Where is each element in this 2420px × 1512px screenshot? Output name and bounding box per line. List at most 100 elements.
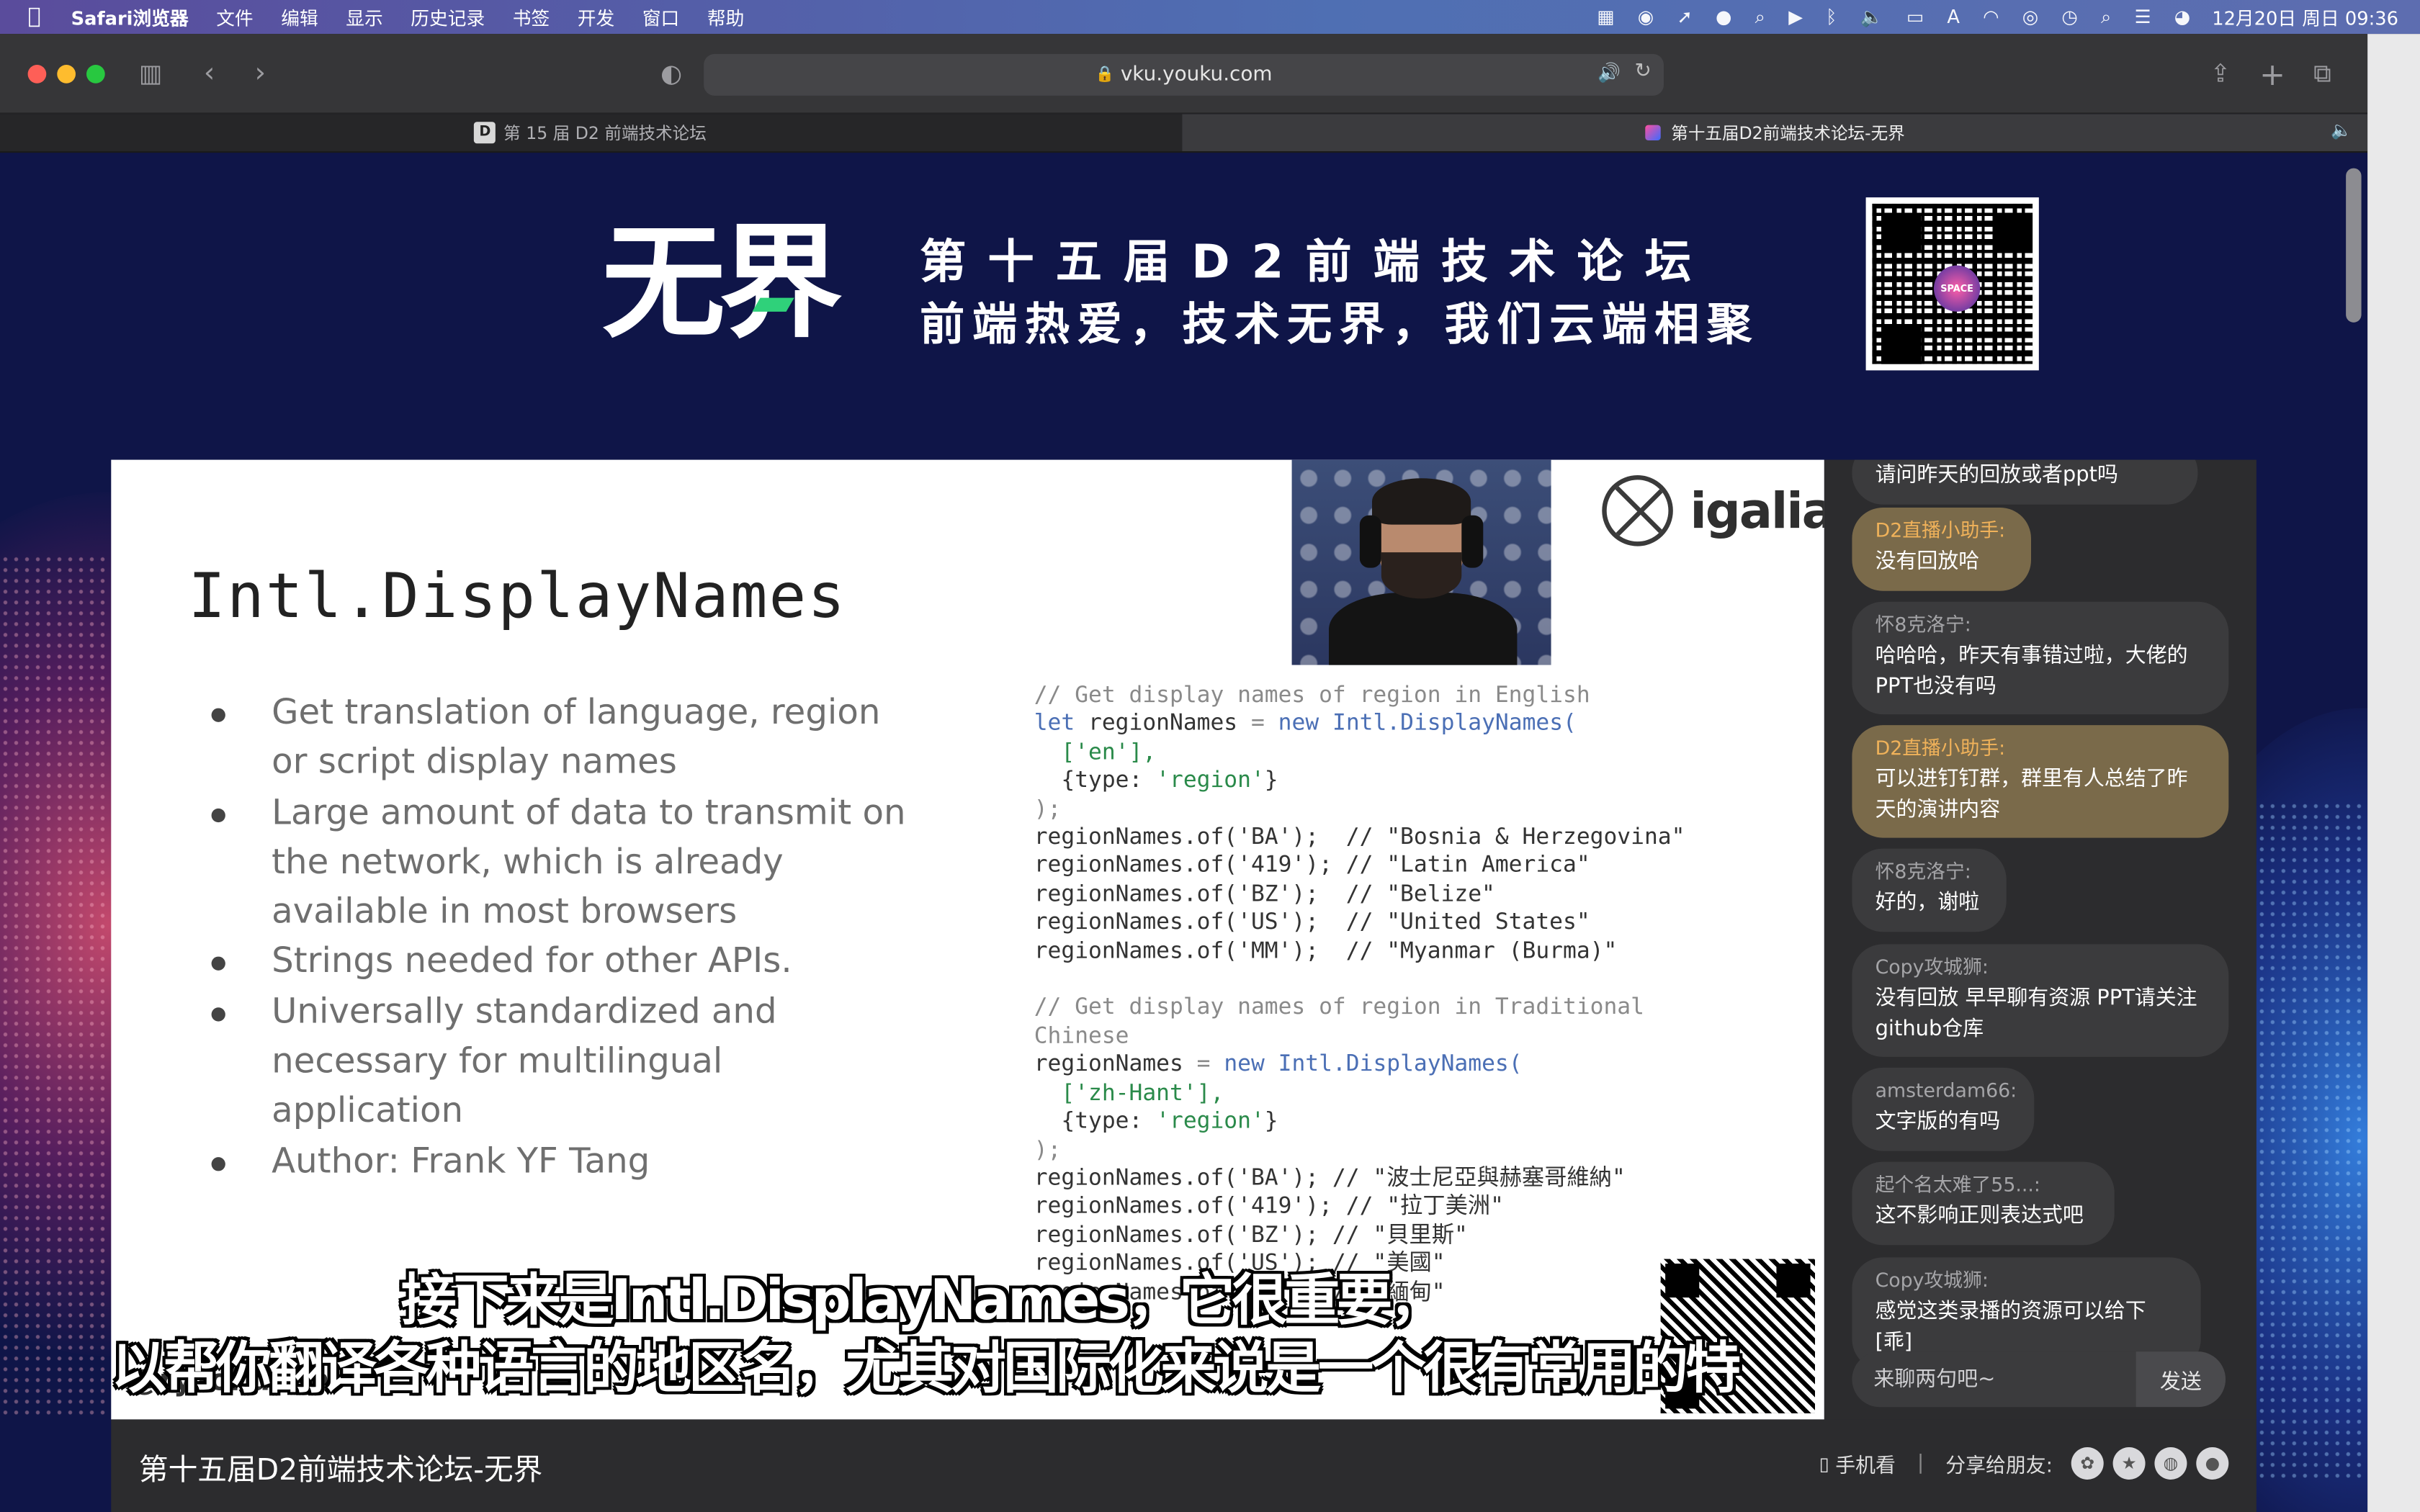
footer-actions: ▯ 手机看 | 分享给朋友: ✿ ★ ◍ ● (1819, 1446, 2229, 1480)
chat-username: Copy攻城狮: (1875, 955, 1989, 978)
code-comment: // Get display names of region in Englis… (1034, 682, 1590, 708)
tab-overview-icon[interactable]: ⧉ (2313, 58, 2331, 89)
code-token: let (1034, 710, 1075, 737)
code-token: 'region' (1156, 1107, 1265, 1135)
event-qr-code: SPACE (1865, 197, 2039, 371)
send-icon[interactable]: ➚ (1677, 6, 1693, 28)
record-icon[interactable]: ◉ (1638, 6, 1654, 28)
siri-icon[interactable]: ◕ (2174, 6, 2190, 28)
chat-message: amsterdam66: 文字版的有吗 (1852, 1067, 2035, 1151)
chat-message-text: 哈哈哈，昨天有事错过啦，大佬的PPT也没有吗 (1875, 643, 2188, 698)
chat-username: 怀8克洛宁: (1875, 612, 1971, 636)
igalia-wordmark: igalia (1690, 481, 1824, 540)
status-area: ▦ ◉ ➚ ● ⌕ ▶ ᛒ 🔈 ▭ A ◠ ◎ ◷ ⌕ ☰ ◕ 12月20日 周… (1574, 0, 2398, 34)
chat-message-text: 请问昨天的回放或者ppt吗 (1875, 462, 2118, 488)
play-icon[interactable]: ▶ (1788, 6, 1803, 28)
code-token: new (1264, 710, 1332, 737)
mobile-icon[interactable]: ▯ (1819, 1452, 1829, 1474)
page-scrollbar[interactable] (2346, 168, 2362, 323)
speaker-hair (1372, 478, 1471, 525)
tab-title: 第十五届D2前端技术论坛-无界 (1671, 123, 1905, 144)
volume-icon[interactable]: 🔈 (1860, 6, 1883, 28)
share-icon[interactable]: ⇪ (2210, 58, 2231, 88)
code-line: regionNames.of('BZ'); // "Belize" (1034, 881, 1495, 907)
watch-on-mobile-link[interactable]: 手机看 (1835, 1449, 1896, 1478)
decor-dots-left (0, 554, 112, 1418)
privacy-shield-icon[interactable]: ◐ (660, 58, 682, 88)
code-line: ['en'], (1034, 739, 1157, 765)
code-line: regionNames.of('BA'); // "波士尼亞與赫塞哥維納" (1034, 1164, 1626, 1192)
chat-message: 起个名太难了55...: 这不影响正则表达式吧 (1852, 1161, 2115, 1245)
chat-username: Copy攻城狮: (1875, 1268, 1989, 1292)
video-footer: 第十五届D2前端技术论坛-无界 ▯ 手机看 | 分享给朋友: ✿ ★ ◍ ● (111, 1419, 2257, 1512)
control-center-icon[interactable]: ☰ (2135, 6, 2151, 28)
tab-title: 第 15 届 D2 前端技术论坛 (503, 123, 707, 144)
minimize-window-button[interactable] (57, 65, 76, 84)
menu-window[interactable]: 窗口 (642, 4, 679, 30)
code-token: 'region' (1156, 767, 1265, 793)
grid-icon[interactable]: ▦ (1597, 6, 1614, 28)
chat-message-text: 好的，谢啦 (1875, 890, 1980, 915)
code-comment: // Get display names of region in Tradit… (1034, 994, 1644, 1021)
forward-icon[interactable]: › (255, 57, 266, 89)
igalia-logo: igalia (1602, 475, 1824, 546)
video-player[interactable]: Intl.DisplayNames Get translation of lan… (111, 459, 1824, 1420)
tab-wujie-live[interactable]: 第十五届D2前端技术论坛-无界 🔈 (1182, 114, 2368, 151)
wechat-icon[interactable]: ● (1716, 6, 1731, 28)
time-machine-icon[interactable]: ◷ (2061, 6, 2077, 28)
address-bar[interactable]: 🔒 vku.youku.com 🔊 ↻ (704, 54, 1664, 96)
sidebar-toggle-icon[interactable]: ▥ (139, 58, 162, 88)
wifi-icon[interactable]: ◠ (1983, 6, 1999, 28)
weibo-share-icon[interactable]: ◍ (2154, 1446, 2187, 1480)
menu-help[interactable]: 帮助 (707, 4, 744, 30)
screenshot-icon[interactable]: ⌕ (1755, 6, 1765, 29)
spotlight-icon[interactable]: ⌕ (2101, 6, 2111, 29)
code-sample: // Get display names of region in Englis… (1034, 682, 1685, 1307)
user-icon[interactable]: ◎ (2022, 6, 2038, 28)
battery-icon[interactable]: ▭ (1906, 6, 1924, 28)
share-label: 分享给朋友: (1945, 1454, 2053, 1478)
chat-message-text: 可以进钉钉群，群里有人总结了昨天的演讲内容 (1875, 767, 2188, 822)
bluetooth-icon[interactable]: ᛒ (1826, 6, 1837, 28)
slide-bullets: Get translation of language, region or s… (204, 688, 914, 1187)
menu-edit[interactable]: 编辑 (281, 4, 318, 30)
send-button[interactable]: 发送 (2136, 1351, 2226, 1408)
event-title: 第十五届D2前端技术论坛 (920, 235, 1713, 290)
audio-playing-icon[interactable]: 🔊 (1597, 62, 1621, 84)
menu-file[interactable]: 文件 (216, 4, 253, 30)
zoom-window-button[interactable] (86, 65, 105, 84)
chat-message: Copy攻城狮: 没有回放 早早聊有资源 PPT请关注github仓库 (1852, 944, 2229, 1057)
wechat-share-icon[interactable]: ✿ (2071, 1446, 2104, 1480)
chat-username: 怀8克洛宁: (1875, 859, 1971, 883)
app-menu[interactable]: Safari浏览器 (71, 4, 189, 30)
chat-message-text: 没有回放 早早聊有资源 PPT请关注github仓库 (1875, 986, 2197, 1041)
code-line: regionNames.of('US'); // "United States" (1034, 909, 1590, 936)
chat-message: 怀8克洛宁: 哈哈哈，昨天有事错过啦，大佬的PPT也没有吗 (1852, 601, 2229, 715)
menu-view[interactable]: 显示 (346, 4, 382, 30)
tab-d2-forum[interactable]: D 第 15 届 D2 前端技术论坛 (0, 114, 1180, 151)
code-token: regionNames (1075, 710, 1251, 737)
apple-menu-icon[interactable]:  (28, 4, 53, 29)
code-line: regionNames.of('BA'); // "Bosnia & Herze… (1034, 824, 1685, 850)
new-tab-icon[interactable]: + (2259, 55, 2285, 92)
reload-icon[interactable]: ↻ (1634, 60, 1651, 84)
back-icon[interactable]: ‹ (204, 57, 215, 89)
input-method-icon[interactable]: A (1947, 6, 1960, 28)
menu-develop[interactable]: 开发 (578, 4, 614, 30)
menu-history[interactable]: 历史记录 (411, 4, 485, 30)
code-line: regionNames.of('419'); // "拉丁美洲" (1034, 1193, 1504, 1220)
decor-dots-right (2256, 801, 2368, 1480)
slide-title: Intl.DisplayNames (188, 562, 847, 633)
speaker-webcam (1291, 459, 1551, 665)
menu-bookmarks[interactable]: 书签 (513, 4, 550, 30)
menubar-clock[interactable]: 12月20日 周日 09:36 (2212, 4, 2398, 30)
qq-share-icon[interactable]: ● (2196, 1446, 2229, 1480)
event-logo-text: 无界 (601, 211, 843, 355)
chat-input[interactable] (1852, 1351, 2135, 1408)
chat-username: 起个名太难了55...: (1875, 1172, 2040, 1196)
url-text: vku.youku.com (1120, 63, 1273, 86)
tab-audio-icon[interactable]: 🔈 (2331, 120, 2352, 140)
qzone-share-icon[interactable]: ★ (2112, 1446, 2146, 1480)
live-title: 第十五届D2前端技术论坛-无界 (138, 1453, 543, 1488)
close-window-button[interactable] (27, 65, 47, 84)
